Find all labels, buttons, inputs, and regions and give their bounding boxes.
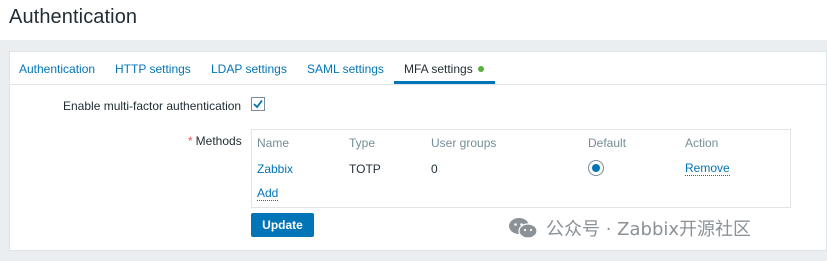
column-header-default: Default — [588, 136, 627, 150]
method-user-groups-count: 0 — [431, 162, 438, 176]
method-name-link[interactable]: Zabbix — [257, 162, 293, 176]
mfa-enabled-status-dot — [478, 66, 484, 72]
required-asterisk: * — [188, 134, 193, 148]
add-method-link[interactable]: Add — [257, 187, 279, 201]
page-title: Authentication — [9, 6, 138, 28]
tab-saml-settings[interactable]: SAML settings — [307, 62, 384, 76]
enable-mfa-label: Enable multi-factor authentication — [63, 99, 242, 113]
page-header: Authentication — [0, 0, 827, 40]
column-header-user-groups: User groups — [431, 136, 497, 150]
column-header-type: Type — [349, 136, 376, 150]
checkmark-icon — [253, 99, 263, 109]
tab-bar: Authentication HTTP settings LDAP settin… — [10, 52, 826, 85]
tab-http-settings[interactable]: HTTP settings — [115, 62, 191, 76]
active-tab-indicator — [394, 81, 495, 84]
method-type: TOTP — [349, 162, 381, 176]
column-header-name: Name — [257, 136, 290, 150]
tab-mfa-settings[interactable]: MFA settings — [404, 62, 473, 76]
remove-method-link[interactable]: Remove — [685, 162, 730, 176]
tab-authentication[interactable]: Authentication — [19, 62, 95, 76]
methods-label-text: Methods — [195, 134, 242, 148]
watermark-text: 公众号 · Zabbix开源社区 — [546, 219, 752, 240]
update-button[interactable]: Update — [251, 213, 314, 237]
watermark: 公众号 · Zabbix开源社区 — [508, 216, 751, 240]
wechat-icon — [509, 218, 538, 239]
tab-ldap-settings[interactable]: LDAP settings — [211, 62, 287, 76]
column-header-action: Action — [685, 136, 719, 150]
enable-mfa-checkbox[interactable] — [251, 97, 265, 111]
default-method-radio[interactable] — [588, 160, 604, 176]
methods-label: * Methods — [188, 134, 242, 148]
